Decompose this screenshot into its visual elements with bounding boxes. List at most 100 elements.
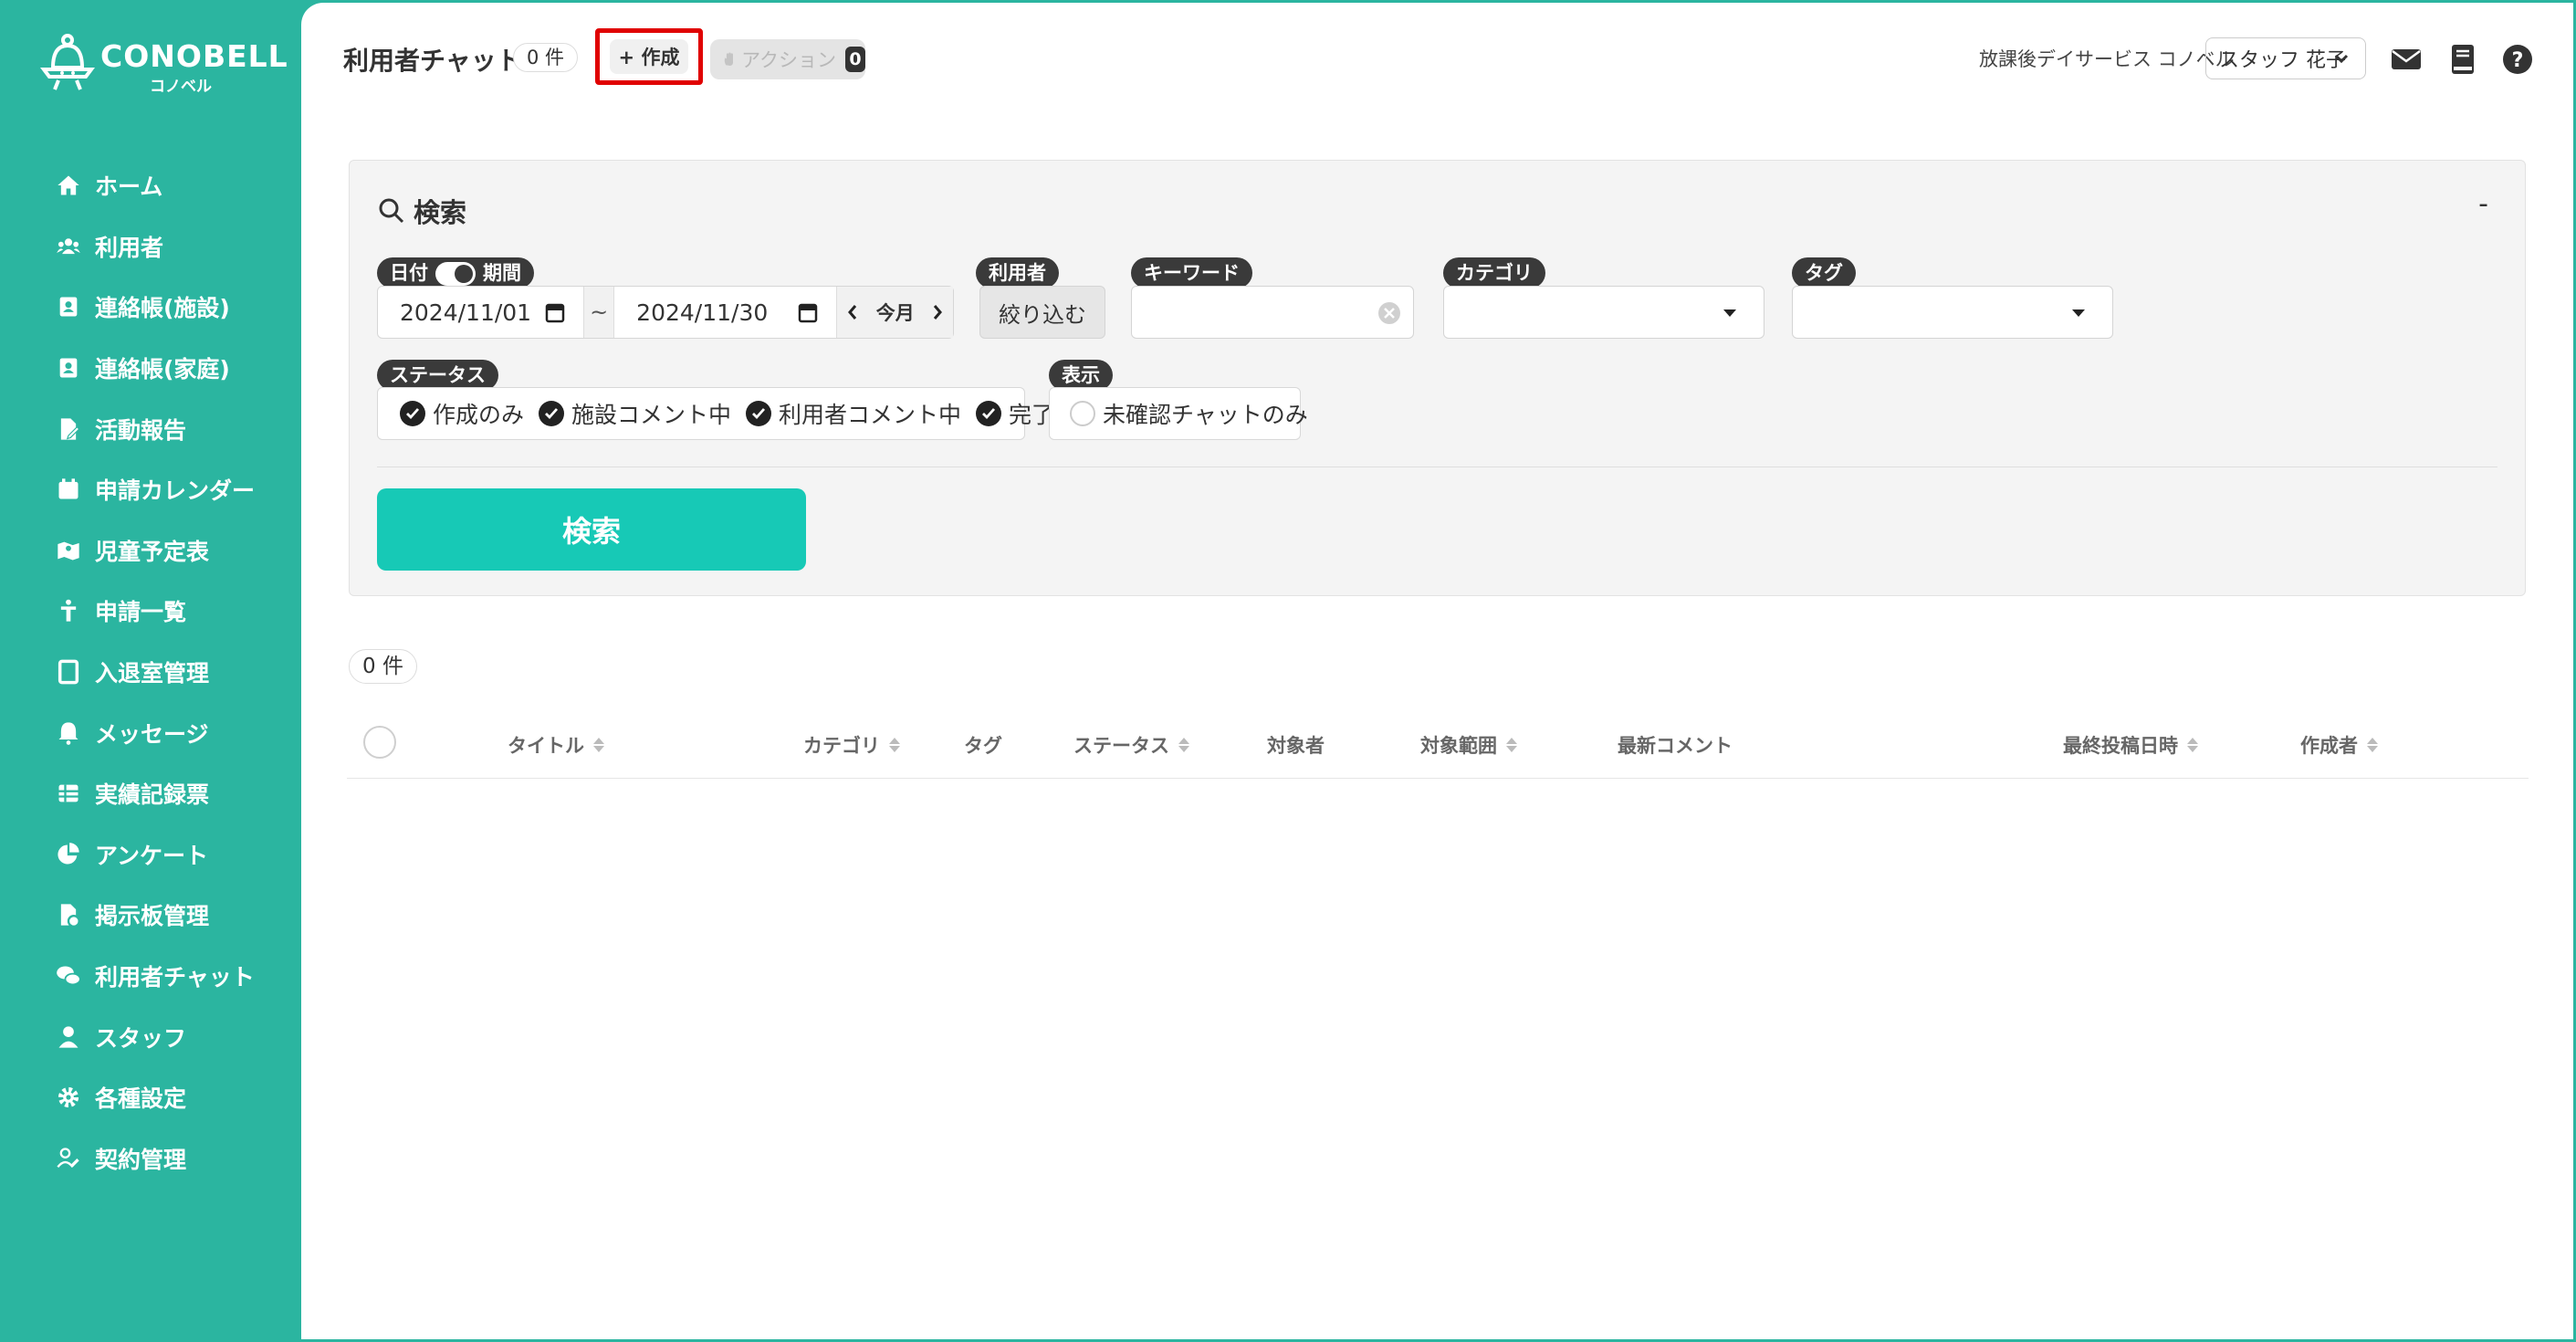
sidebar-item-contact-home[interactable]: 連絡帳(家庭)	[0, 338, 301, 399]
sidebar-item-request-calendar[interactable]: 申請カレンダー	[0, 459, 301, 520]
create-button-label: + 作成	[609, 39, 689, 74]
date-to-input[interactable]: 2024/11/30	[614, 287, 836, 338]
sidebar-item-users[interactable]: 利用者	[0, 216, 301, 278]
date-label: 日付	[390, 262, 428, 284]
caret-down-icon	[1723, 309, 1736, 317]
sort-icon	[1506, 738, 1517, 752]
calendar-icon[interactable]	[545, 301, 565, 323]
column-label: 対象者	[1267, 735, 1325, 757]
unread-chat-only-checkbox[interactable]: 未確認チャットのみ	[1070, 397, 1308, 430]
date-from-input[interactable]: 2024/11/01	[378, 287, 583, 338]
sidebar-item-message[interactable]: メッセージ	[0, 702, 301, 763]
search-panel: 検索 - 日付 期間 2024/11/01 ~ 2024/11/30 今月 利用者…	[349, 160, 2526, 596]
manual-book-icon[interactable]	[2446, 43, 2479, 76]
sidebar-item-label: 利用者チャット	[95, 964, 255, 991]
home-icon	[55, 172, 82, 199]
status-option-label: 施設コメント中	[571, 402, 732, 428]
status-checkbox-group: 作成のみ 施設コメント中 利用者コメント中 完了	[377, 387, 1054, 440]
chevron-down-icon	[2334, 54, 2349, 64]
action-button[interactable]: アクション 0	[710, 39, 865, 79]
mail-icon[interactable]	[2390, 43, 2423, 76]
sidebar-item-entry-exit[interactable]: 入退室管理	[0, 642, 301, 703]
search-button[interactable]: 検索	[377, 488, 806, 571]
select-all-checkbox[interactable]	[363, 726, 396, 759]
status-option-label: 作成のみ	[433, 402, 525, 428]
bell-icon	[55, 719, 82, 747]
status-user-commenting-checkbox[interactable]: 利用者コメント中	[746, 397, 961, 430]
sidebar-item-activity-report[interactable]: 活動報告	[0, 398, 301, 459]
sidebar-item-request-list[interactable]: 申請一覧	[0, 581, 301, 642]
date-period-toggle[interactable]: 日付 期間	[377, 257, 534, 288]
status-complete-checkbox[interactable]: 完了	[976, 397, 1054, 430]
tag-select[interactable]	[1792, 286, 2113, 339]
sidebar: CONOBELL コノベル ホーム 利用者 連絡帳(施設) 連絡帳(家庭) 活動…	[0, 0, 301, 1342]
contract-icon	[55, 1145, 82, 1172]
caret-down-icon	[2072, 309, 2085, 317]
top-bar: 利用者チャット 0 件 + 作成 アクション 0 放課後デイサービス コノベル …	[301, 3, 2573, 112]
sidebar-item-home[interactable]: ホーム	[0, 155, 301, 216]
facility-name: 放課後デイサービス コノベル	[1979, 48, 2235, 70]
column-header-last-posted[interactable]: 最終投稿日時	[2063, 731, 2198, 759]
brand-subtitle: コノベル	[150, 78, 212, 96]
date-to-value: 2024/11/30	[636, 299, 769, 326]
calendar-icon[interactable]	[798, 301, 818, 323]
board-icon	[55, 901, 82, 928]
sidebar-item-staff[interactable]: スタッフ	[0, 1006, 301, 1067]
search-header: 検索	[377, 192, 466, 230]
create-button[interactable]: + 作成	[595, 28, 703, 85]
check-icon	[400, 401, 425, 426]
sidebar-item-child-schedule[interactable]: 児童予定表	[0, 520, 301, 582]
column-header-status[interactable]: ステータス	[1073, 731, 1189, 759]
header-count-badge: 0 件	[513, 43, 579, 72]
column-label: 対象範囲	[1420, 735, 1497, 757]
action-count-badge: 0	[845, 47, 865, 72]
keyword-input[interactable]	[1131, 286, 1414, 339]
status-facility-commenting-checkbox[interactable]: 施設コメント中	[539, 397, 731, 430]
staff-icon	[55, 1023, 82, 1051]
collapse-button[interactable]: -	[2478, 188, 2488, 220]
sidebar-item-label: 各種設定	[95, 1085, 187, 1113]
person-icon	[55, 597, 82, 624]
unchecked-circle-icon	[1070, 401, 1095, 426]
sidebar-item-label: 連絡帳(家庭)	[95, 356, 230, 383]
display-label: 表示	[1049, 360, 1113, 391]
sort-icon	[2367, 738, 2378, 752]
page-title: 利用者チャット	[343, 46, 522, 76]
sidebar-item-contract[interactable]: 契約管理	[0, 1128, 301, 1190]
sidebar-item-board[interactable]: 掲示板管理	[0, 885, 301, 946]
sidebar-item-label: 掲示板管理	[95, 903, 210, 930]
sidebar-item-label: 申請一覧	[95, 599, 187, 626]
sidebar-item-user-chat[interactable]: 利用者チャット	[0, 946, 301, 1007]
chevron-right-icon[interactable]	[931, 303, 944, 321]
help-icon[interactable]: ?	[2501, 43, 2534, 76]
logo[interactable]: CONOBELL コノベル	[40, 33, 288, 97]
sidebar-item-contact-facility[interactable]: 連絡帳(施設)	[0, 277, 301, 338]
pie-chart-icon	[55, 841, 82, 868]
sidebar-item-label: 実績記録票	[95, 781, 210, 809]
sidebar-item-label: メッセージ	[95, 720, 209, 748]
column-header-category[interactable]: カテゴリ	[803, 731, 900, 759]
chat-icon	[55, 962, 82, 990]
category-select[interactable]	[1443, 286, 1764, 339]
sidebar-item-survey[interactable]: アンケート	[0, 824, 301, 886]
contact-book-icon	[55, 354, 82, 382]
this-month-button[interactable]: 今月	[876, 299, 915, 326]
status-option-label: 完了	[1009, 402, 1055, 428]
date-toggle-switch[interactable]	[435, 262, 476, 286]
status-created-only-checkbox[interactable]: 作成のみ	[400, 397, 524, 430]
column-header-target-range[interactable]: 対象範囲	[1420, 731, 1517, 759]
staff-select[interactable]: スタッフ 花子	[2205, 37, 2366, 79]
sidebar-item-settings[interactable]: 各種設定	[0, 1067, 301, 1128]
date-from-value: 2024/11/01	[400, 299, 532, 326]
sidebar-item-record-sheet[interactable]: 実績記録票	[0, 763, 301, 824]
column-header-title[interactable]: タイトル	[508, 731, 604, 759]
column-header-author[interactable]: 作成者	[2300, 731, 2378, 759]
narrow-down-button[interactable]: 絞り込む	[979, 286, 1105, 339]
hand-icon	[724, 52, 734, 67]
column-header-tag: タグ	[964, 731, 1002, 759]
column-label: 最終投稿日時	[2063, 735, 2178, 757]
clear-icon[interactable]	[1377, 300, 1402, 326]
display-option-label: 未確認チャットのみ	[1103, 402, 1308, 428]
main-panel: 利用者チャット 0 件 + 作成 アクション 0 放課後デイサービス コノベル …	[301, 3, 2573, 1339]
chevron-left-icon[interactable]	[846, 303, 859, 321]
